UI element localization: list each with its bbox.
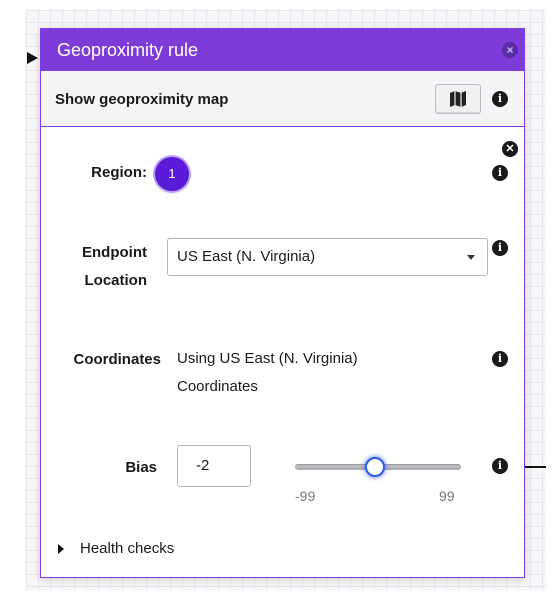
panel-header: Geoproximity rule × [41,29,524,71]
connector-arrow-in [27,52,38,64]
connector-line-out [524,466,546,468]
endpoint-label-line2: Location [84,272,148,289]
region-label: Region: [91,164,147,181]
remove-region-icon[interactable]: ✕ [502,141,518,157]
show-map-button[interactable] [435,84,481,114]
endpoint-location-select[interactable]: US East (N. Virginia) [167,238,488,276]
bias-info-icon[interactable]: i [492,458,508,474]
show-map-row: Show geoproximity map i [41,71,524,127]
map-info-icon[interactable]: i [492,91,508,107]
bias-slider-min: -99 [295,488,316,504]
map-icon [450,91,466,107]
region-info-icon[interactable]: i [492,165,508,181]
coordinates-value-line2: Coordinates [177,378,258,395]
panel-title: Geoproximity rule [57,40,199,60]
bias-input[interactable]: -2 [177,445,251,487]
endpoint-selected-value: US East (N. Virginia) [177,248,316,265]
collapse-close-icon[interactable]: × [502,42,518,58]
bias-slider-max: 99 [439,488,455,504]
coordinates-value-line1: Using US East (N. Virginia) [177,350,358,367]
endpoint-label-line1: Endpoint [82,244,147,261]
coordinates-label: Coordinates [73,351,161,368]
endpoint-info-icon[interactable]: i [492,240,508,256]
geoproximity-rule-panel: Geoproximity rule × Show geoproximity ma… [40,28,525,578]
region-badge[interactable]: 1 [155,157,189,191]
coordinates-info-icon[interactable]: i [492,351,508,367]
caret-right-icon[interactable] [58,544,64,554]
health-checks-toggle[interactable]: Health checks [80,540,174,557]
chevron-down-icon [467,255,475,260]
show-map-label: Show geoproximity map [55,91,229,108]
bias-label: Bias [125,459,157,476]
bias-slider-thumb[interactable] [365,457,385,477]
